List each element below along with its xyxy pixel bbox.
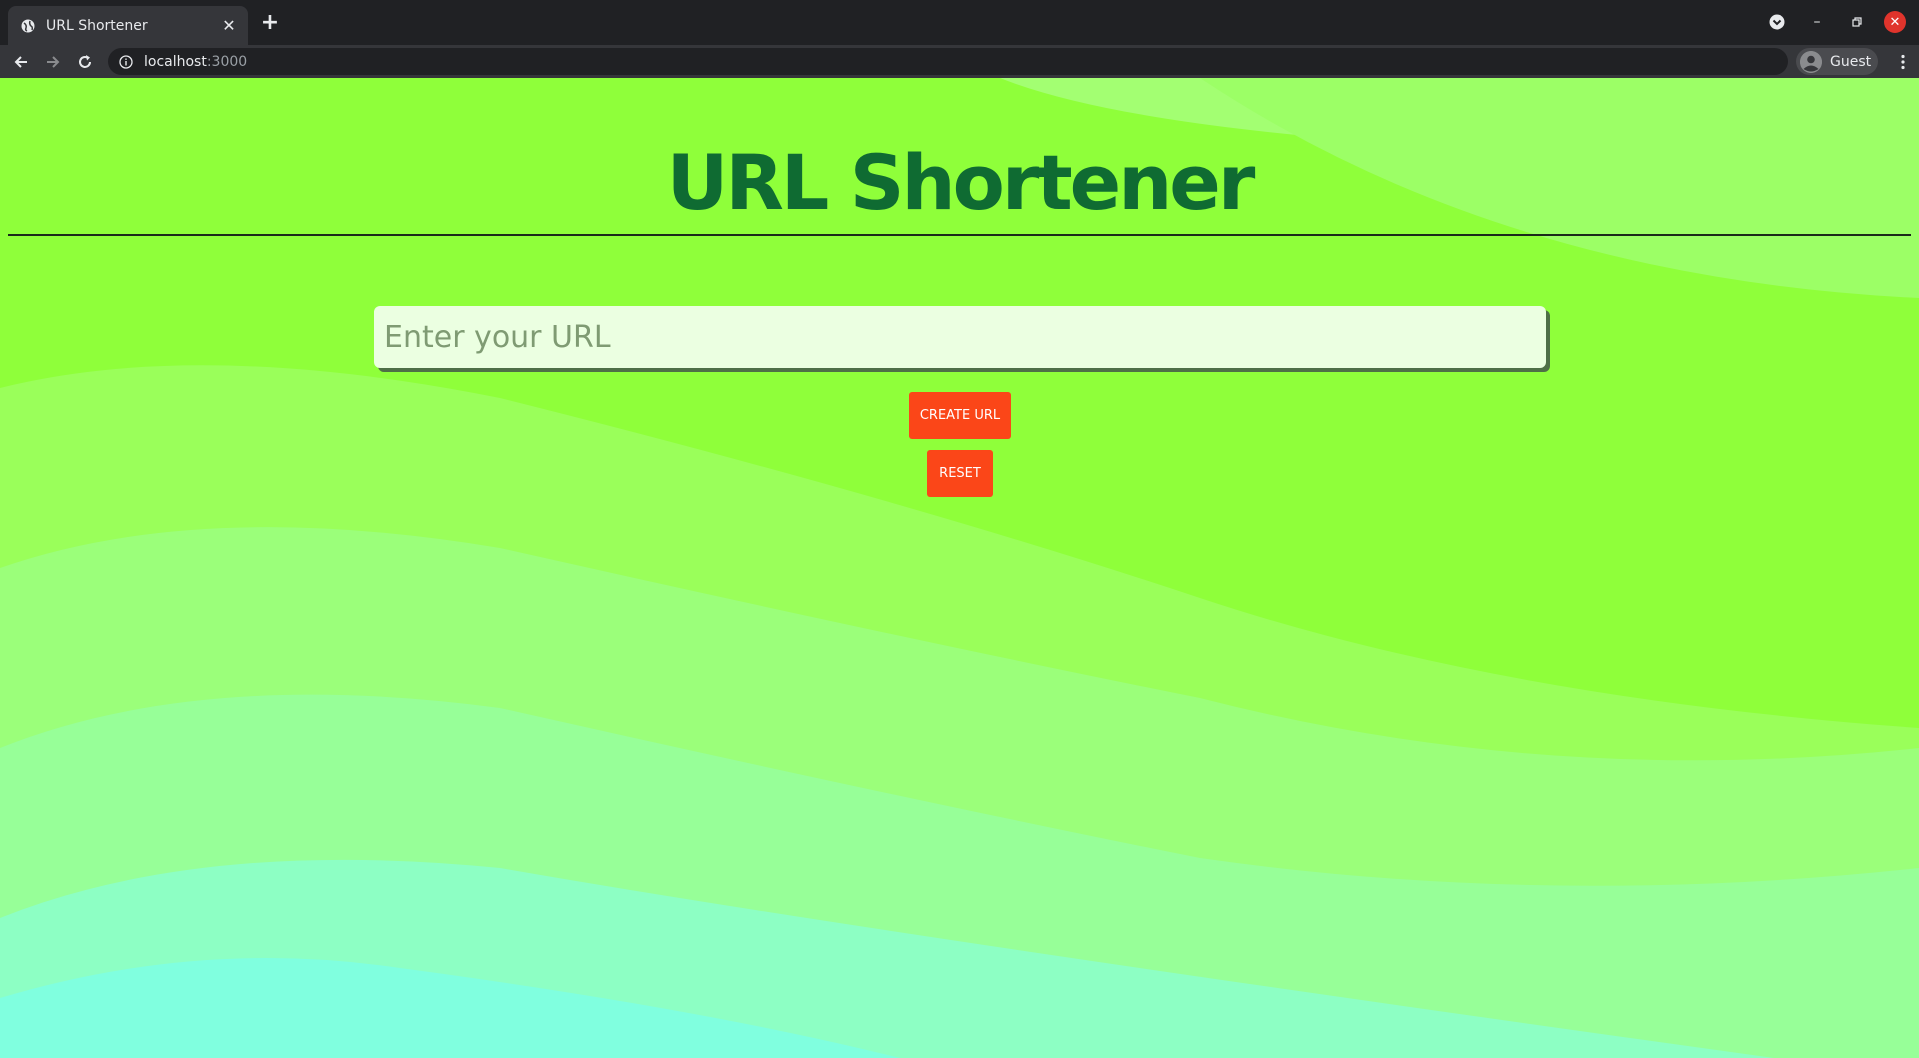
- heading-divider: [8, 234, 1911, 236]
- page-title: URL Shortener: [666, 138, 1256, 227]
- tab-search-icon[interactable]: [1765, 10, 1789, 34]
- forward-arrow-icon[interactable]: [40, 49, 66, 75]
- profile-button[interactable]: Guest: [1796, 48, 1878, 75]
- page-viewport: URL Shortener CREATE URL RESET: [0, 78, 1919, 1058]
- browser-tabstrip: URL Shortener ✕ + – ✕: [0, 0, 1919, 45]
- tab-close-icon[interactable]: ✕: [220, 16, 238, 35]
- address-port: :3000: [206, 53, 248, 70]
- url-input[interactable]: [374, 306, 1546, 368]
- back-arrow-icon[interactable]: [8, 49, 34, 75]
- site-info-icon[interactable]: [118, 54, 134, 70]
- reload-icon[interactable]: [72, 49, 98, 75]
- window-close-icon[interactable]: ✕: [1884, 11, 1906, 33]
- browser-tab[interactable]: URL Shortener ✕: [8, 6, 248, 45]
- restore-icon[interactable]: [1845, 10, 1869, 34]
- browser-toolbar: localhost:3000 Guest: [0, 45, 1919, 78]
- new-tab-plus-icon[interactable]: +: [258, 10, 282, 35]
- profile-label: Guest: [1830, 53, 1872, 70]
- reset-button[interactable]: RESET: [927, 450, 993, 497]
- address-host: localhost: [144, 53, 207, 70]
- create-url-button[interactable]: CREATE URL: [909, 392, 1011, 439]
- minimize-icon[interactable]: –: [1805, 10, 1829, 34]
- globe-icon: [20, 18, 36, 34]
- address-bar[interactable]: localhost:3000: [108, 48, 1788, 75]
- tab-title: URL Shortener: [46, 17, 148, 34]
- avatar: [1800, 50, 1822, 73]
- kebab-menu-icon[interactable]: [1890, 49, 1916, 75]
